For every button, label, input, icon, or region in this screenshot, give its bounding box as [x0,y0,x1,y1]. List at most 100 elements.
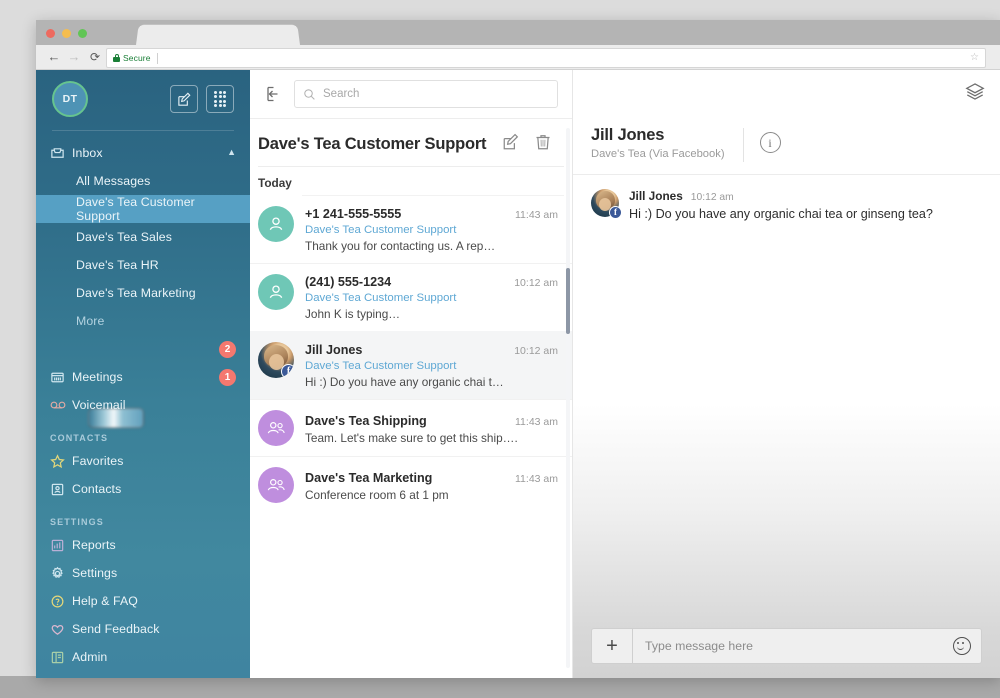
list-header: Dave's Tea Customer Support [250,119,572,166]
sidebar-item-label: Meetings [72,370,123,384]
sidebar-header: DT [36,70,250,128]
star-icon [50,453,72,469]
list-item-channel: Dave's Tea Customer Support [305,224,457,236]
sidebar-item-contacts[interactable]: Contacts [36,475,250,503]
list-topbar: Search [250,70,572,119]
person-icon [269,285,283,299]
composer-box[interactable]: + Type message here [591,628,982,664]
list-item-time: 11:43 am [515,473,558,485]
sidebar-item-label: Send Feedback [72,622,160,636]
bar-chart-icon [50,538,72,553]
browser-tab-surface[interactable] [140,26,296,45]
sidebar-item-label: Favorites [72,454,124,468]
sidebar-item-obscured[interactable]: 2 [36,335,250,363]
list-header-actions [502,133,558,156]
list-item-preview: Thank you for contacting us. A rep… [305,239,496,253]
dialpad-icon[interactable] [206,85,234,113]
sidebar-item-daves-tea-hr[interactable]: Dave's Tea HR [36,251,250,279]
list-item-name: (241) 555-1234 [305,275,392,289]
sidebar-item-inbox[interactable]: Inbox ▲ [36,139,250,167]
sidebar-item-daves-tea-marketing[interactable]: Dave's Tea Marketing [36,279,250,307]
address-bar[interactable]: Secure ☆ [106,48,986,68]
list-item-header: Dave's Tea Marketing 11:43 am [305,471,564,485]
list-item-time: 11:43 am [515,209,558,221]
admin-book-icon [50,650,72,665]
group-icon [267,478,285,491]
avatar [258,410,294,446]
back-arrow-icon[interactable]: ← [46,49,62,65]
sidebar-item-reports[interactable]: Reports [36,531,250,559]
sidebar-divider [52,130,234,131]
sidebar-item-voicemail[interactable]: Voicemail [36,391,250,419]
search-input[interactable]: Search [294,80,558,108]
question-circle-icon [50,594,72,609]
list-item-body: Jill Jones 10:12 am Dave's Tea Customer … [305,342,564,389]
voicemail-icon [50,399,72,411]
forward-arrow-icon[interactable]: → [66,49,82,65]
sidebar-item-favorites[interactable]: Favorites [36,447,250,475]
smiley-icon[interactable] [953,637,971,655]
collapse-panel-icon[interactable] [264,84,284,104]
list-item[interactable]: (241) 555-1234 10:12 am Dave's Tea Custo… [250,263,572,331]
address-divider [156,52,158,64]
sidebar-item-help-faq[interactable]: Help & FAQ [36,587,250,615]
layers-stack-icon[interactable] [964,81,986,108]
lock-icon [113,54,120,62]
search-icon [304,88,315,100]
message-text: Hi :) Do you have any organic chai tea o… [629,207,933,221]
facebook-badge-icon: f [281,364,294,378]
desktop-backdrop-left [0,0,36,698]
window-maximize-button[interactable] [78,29,87,38]
sidebar-item-label: Dave's Tea Sales [76,230,172,244]
list-item[interactable]: Dave's Tea Marketing 11:43 am Conference… [250,456,572,513]
list-item-body: (241) 555-1234 10:12 am Dave's Tea Custo… [305,274,564,321]
sidebar-item-all-messages[interactable]: All Messages [36,167,250,195]
dialpad-glyph [213,90,227,108]
message-item: f Jill Jones 10:12 am Hi :) Do you have … [591,189,982,221]
trash-icon[interactable] [534,133,552,156]
screen-root: ← → ⟳ Secure ☆ DT Inbox ▲ All Messages D… [0,0,1000,698]
info-circle-icon[interactable]: i [759,132,781,153]
sidebar-item-meetings[interactable]: Meetings 1 [36,363,250,391]
list-scrollbar-thumb[interactable] [566,268,570,334]
gear-icon [50,566,72,581]
list-item-selected[interactable]: f Jill Jones 10:12 am Dave's Tea Custome… [250,331,572,399]
message-time: 10:12 am [690,192,734,203]
compose-pencil-icon[interactable] [502,133,520,156]
sidebar-item-label: Dave's Tea HR [76,258,159,272]
sidebar-item-label: More [76,314,105,328]
reload-icon[interactable]: ⟳ [87,49,103,65]
sidebar-item-daves-tea-sales[interactable]: Dave's Tea Sales [36,223,250,251]
avatar[interactable]: DT [52,81,88,117]
list-item[interactable]: Dave's Tea Shipping 11:43 am Team. Let's… [250,399,572,456]
star-icon[interactable]: ☆ [970,53,979,63]
sidebar-item-label: Dave's Tea Marketing [76,286,196,300]
list-item-name: Dave's Tea Shipping [305,414,427,428]
sidebar-item-settings[interactable]: Settings [36,559,250,587]
status-badge: 1 [219,368,236,386]
message-input-placeholder[interactable]: Type message here [633,639,953,653]
avatar: f [591,189,622,219]
message-meta: Jill Jones 10:12 am [629,189,982,203]
plus-icon[interactable]: + [592,629,633,663]
sidebar-item-label: Reports [72,538,116,552]
list-item[interactable]: +1 241-555-5555 11:43 am Dave's Tea Cust… [250,196,572,263]
list-item-name: +1 241-555-5555 [305,207,402,221]
conversation-topbar [573,70,1000,118]
app-root: DT Inbox ▲ All Messages Dave's Tea Custo… [36,70,1000,678]
list-item-body: Dave's Tea Marketing 11:43 am Conference… [305,467,564,503]
compose-pencil-icon[interactable] [170,85,198,113]
chevron-up-icon[interactable]: ▲ [227,147,236,157]
message-thread: f Jill Jones 10:12 am Hi :) Do you have … [573,175,1000,628]
message-composer: + Type message here [573,628,1000,678]
header-divider [742,128,744,162]
sidebar-item-daves-tea-customer-support[interactable]: Dave's Tea Customer Support [36,195,250,223]
sidebar-item-admin[interactable]: Admin [36,643,250,671]
sidebar-item-more[interactable]: More [36,307,250,335]
window-minimize-button[interactable] [62,29,71,38]
conversation-identity: Jill Jones Dave's Tea (Via Facebook) [591,126,725,160]
list-scrollbar-track[interactable] [566,128,570,668]
sidebar-item-send-feedback[interactable]: Send Feedback [36,615,250,643]
window-close-button[interactable] [46,29,55,38]
avatar [258,467,294,503]
